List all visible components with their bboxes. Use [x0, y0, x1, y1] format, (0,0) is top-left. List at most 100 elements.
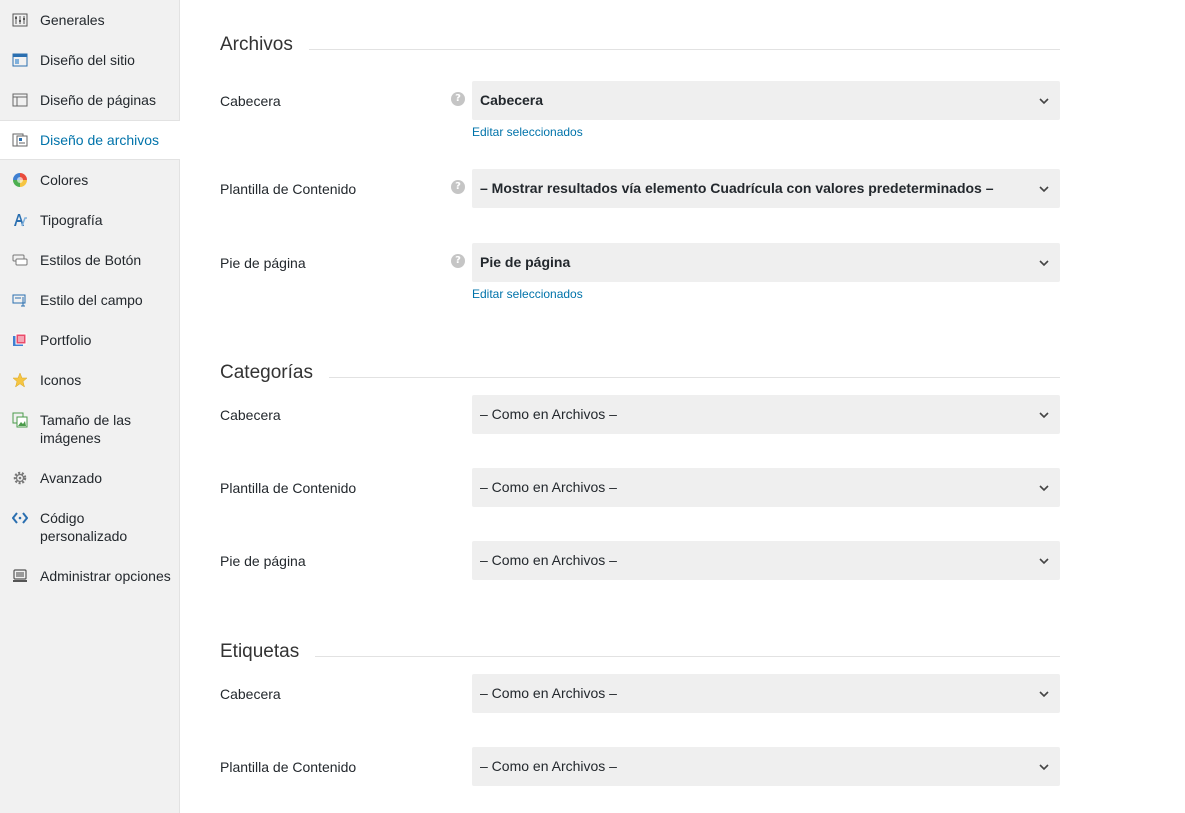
- field-label: Cabecera: [220, 686, 281, 702]
- button-style-icon: [12, 254, 28, 266]
- sidebar-item-label: Tipografía: [40, 212, 103, 228]
- sidebar-item-label: Diseño de páginas: [40, 92, 156, 108]
- sidebar-item-colores[interactable]: Colores: [0, 160, 179, 200]
- field-row-pie-de-pagina: Pie de página ? Pie de página Editar sel…: [220, 243, 1060, 301]
- section-divider: [315, 655, 1060, 657]
- footer-select[interactable]: Pie de página: [472, 243, 1060, 282]
- page-layout-icon: [12, 93, 28, 107]
- select-value: – Como en Archivos –: [480, 479, 617, 495]
- color-wheel-icon: [13, 173, 27, 187]
- field-label: Plantilla de Contenido: [220, 759, 357, 775]
- section-title-text: Archivos: [220, 34, 293, 55]
- section-title: Archivos: [220, 30, 1060, 60]
- chevron-down-icon: [1039, 260, 1049, 267]
- section-title-text: Categorías: [220, 362, 313, 383]
- section-divider: [328, 376, 1060, 378]
- field-row-plantilla: Plantilla de Contenido ? – Mostrar resul…: [220, 169, 1060, 209]
- chevron-down-icon: [1039, 186, 1049, 193]
- sidebar-item-label: Estilo del campo: [40, 292, 143, 308]
- sidebar-item-diseno-del-sitio[interactable]: Diseño del sitio: [0, 40, 179, 80]
- field-label: Cabecera: [220, 93, 281, 109]
- field-label: Pie de página: [220, 553, 306, 569]
- select-value: – Como en Archivos –: [480, 406, 617, 422]
- sidebar-item-label: Avanzado: [40, 470, 103, 486]
- select-value: – Como en Archivos –: [480, 552, 617, 568]
- help-icon[interactable]: ?: [451, 180, 465, 194]
- footer-select[interactable]: – Como en Archivos –: [472, 541, 1060, 580]
- section-title: Categorías: [220, 358, 1060, 388]
- section-divider: [308, 48, 1060, 50]
- field-row-plantilla: Plantilla de Contenido – Como en Archivo…: [220, 747, 1060, 787]
- header-select[interactable]: – Como en Archivos –: [472, 674, 1060, 713]
- sidebar-item-label: Colores: [40, 172, 89, 188]
- field-label: Plantilla de Contenido: [220, 181, 357, 197]
- header-select[interactable]: – Como en Archivos –: [472, 395, 1060, 434]
- select-value: – Mostrar resultados vía elemento Cuadrí…: [480, 180, 994, 196]
- field-row-cabecera: Cabecera – Como en Archivos –: [220, 395, 1060, 435]
- section-categorias: Categorías Cabecera – Como en Archivos –…: [220, 358, 1060, 581]
- field-style-icon: [12, 294, 26, 307]
- field-label: Plantilla de Contenido: [220, 480, 357, 496]
- sidebar-item-diseno-de-paginas[interactable]: Diseño de páginas: [0, 80, 179, 120]
- content-template-select[interactable]: – Mostrar resultados vía elemento Cuadrí…: [472, 169, 1060, 208]
- site-layout-icon: [12, 53, 28, 67]
- select-value: – Como en Archivos –: [480, 758, 617, 774]
- chevron-down-icon: [1039, 98, 1049, 105]
- sidebar-item-codigo-personalizado[interactable]: Código personalizado: [0, 498, 179, 556]
- code-icon: [12, 512, 28, 524]
- star-icon: [12, 372, 28, 388]
- sidebar-item-label: Estilos de Botón: [40, 252, 142, 268]
- sidebar-item-estilo-del-campo[interactable]: Estilo del campo: [0, 280, 179, 320]
- sidebar-item-administrar-opciones[interactable]: Administrar opciones: [0, 556, 179, 596]
- sidebar-item-label: Administrar opciones: [40, 568, 171, 584]
- field-row-cabecera: Cabecera – Como en Archivos –: [220, 674, 1060, 714]
- gear-icon: [13, 471, 27, 485]
- section-archivos: Archivos Cabecera ? Cabecera Editar sele…: [220, 30, 1060, 301]
- main-content: Archivos Cabecera ? Cabecera Editar sele…: [180, 0, 1185, 813]
- sliders-icon: [12, 13, 28, 27]
- sidebar-item-tipografia[interactable]: Tipografía: [0, 200, 179, 240]
- sidebar-item-label: Tamaño de las imágenes: [40, 412, 132, 446]
- sidebar-item-diseno-de-archivos[interactable]: Diseño de archivos: [0, 120, 180, 160]
- chevron-down-icon: [1039, 691, 1049, 698]
- content-template-select[interactable]: – Como en Archivos –: [472, 747, 1060, 786]
- field-row-cabecera: Cabecera ? Cabecera Editar seleccionados: [220, 81, 1060, 139]
- sidebar-item-label: Portfolio: [40, 332, 92, 348]
- sidebar-item-tamano-de-las-imagenes[interactable]: Tamaño de las imágenes: [0, 400, 179, 458]
- sidebar-item-label: Diseño del sitio: [40, 52, 135, 68]
- sidebar-item-iconos[interactable]: Iconos: [0, 360, 179, 400]
- section-title-text: Etiquetas: [220, 641, 300, 662]
- portfolio-icon: [13, 333, 27, 346]
- sidebar-item-label: Iconos: [40, 372, 82, 388]
- field-label: Cabecera: [220, 407, 281, 423]
- header-select[interactable]: Cabecera: [472, 81, 1060, 120]
- sidebar-item-label: Código personalizado: [40, 510, 128, 544]
- sidebar-item-estilos-de-boton[interactable]: Estilos de Botón: [0, 240, 179, 280]
- sidebar-item-label: Generales: [40, 12, 105, 28]
- archive-layout-icon: [12, 133, 28, 147]
- sidebar-item-portfolio[interactable]: Portfolio: [0, 320, 179, 360]
- sidebar-item-label: Diseño de archivos: [40, 132, 160, 148]
- field-label: Pie de página: [220, 255, 306, 271]
- manage-options-icon: [13, 569, 27, 582]
- chevron-down-icon: [1039, 764, 1049, 771]
- sidebar-item-avanzado[interactable]: Avanzado: [0, 458, 179, 498]
- image-size-icon: [12, 412, 28, 428]
- field-row-pie-de-pagina: Pie de página – Como en Archivos –: [220, 541, 1060, 581]
- chevron-down-icon: [1039, 558, 1049, 565]
- sidebar-item-generales[interactable]: Generales: [0, 0, 179, 40]
- help-icon[interactable]: ?: [451, 254, 465, 268]
- select-value: Cabecera: [480, 92, 544, 108]
- section-title: Etiquetas: [220, 637, 1060, 667]
- select-value: – Como en Archivos –: [480, 685, 617, 701]
- section-etiquetas: Etiquetas Cabecera – Como en Archivos – …: [220, 637, 1060, 787]
- select-value: Pie de página: [480, 254, 571, 270]
- chevron-down-icon: [1039, 412, 1049, 419]
- field-row-plantilla: Plantilla de Contenido – Como en Archivo…: [220, 468, 1060, 508]
- content-template-select[interactable]: – Como en Archivos –: [472, 468, 1060, 507]
- settings-sidebar: Generales Diseño del sitio Diseño de pág…: [0, 0, 180, 813]
- typography-icon: [14, 214, 27, 227]
- help-icon[interactable]: ?: [451, 92, 465, 106]
- edit-selected-link[interactable]: Editar seleccionados: [472, 125, 583, 139]
- edit-selected-link[interactable]: Editar seleccionados: [472, 287, 583, 301]
